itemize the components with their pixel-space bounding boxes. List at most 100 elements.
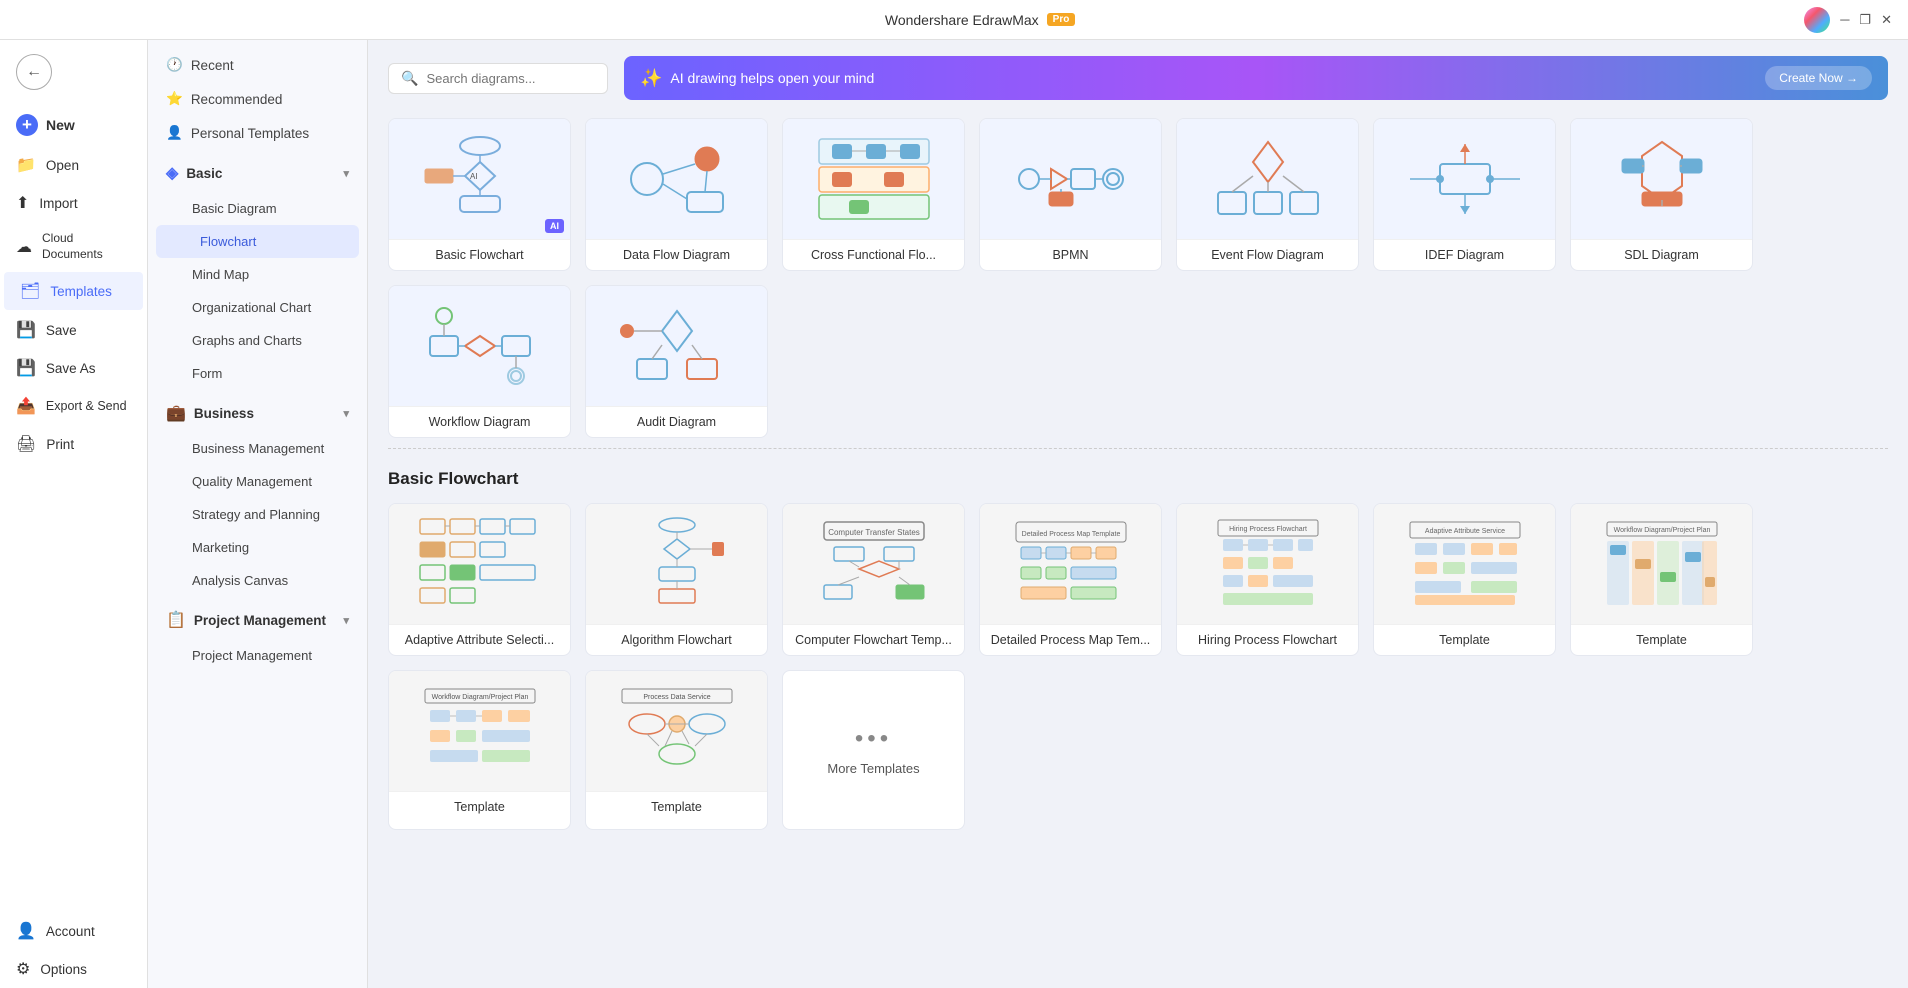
sidebar-item-saveas[interactable]: 💾 Save As [0, 349, 147, 387]
nav-section-basic[interactable]: ◈ Basic ▾ [148, 154, 367, 192]
sidebar-item-account[interactable]: 👤 Account [0, 912, 147, 950]
nav-item-org-chart[interactable]: Organizational Chart [148, 291, 367, 324]
basic-chevron-icon: ▾ [343, 167, 349, 180]
save-label: Save [46, 323, 77, 338]
card-img-cross-func [783, 119, 964, 239]
template-card-adaptive[interactable]: Adaptive Attribute Selecti... [388, 503, 571, 656]
nav-item-graphs[interactable]: Graphs and Charts [148, 324, 367, 357]
template-card-event-flow[interactable]: Event Flow Diagram [1176, 118, 1359, 271]
saveas-icon: 💾 [16, 358, 36, 378]
analysis-label: Analysis Canvas [192, 573, 288, 588]
nav-item-flowchart[interactable]: Flowchart [156, 225, 359, 258]
new-label: New [46, 117, 75, 133]
nav-item-recommended[interactable]: ⭐ Recommended [148, 82, 367, 116]
sidebar-item-export[interactable]: 📤 Export & Send [0, 387, 147, 425]
card-img-t6: Adaptive Attribute Service [1374, 504, 1555, 624]
template-card-algorithm[interactable]: Algorithm Flowchart [585, 503, 768, 656]
back-button[interactable]: ← [0, 40, 147, 104]
sidebar-item-templates[interactable]: 🗂 Templates [4, 272, 143, 310]
card-img-event-flow [1177, 119, 1358, 239]
nav-section-business[interactable]: 💼 Business ▾ [148, 394, 367, 432]
nav-item-form[interactable]: Form [148, 357, 367, 390]
create-now-button[interactable]: Create Now → [1765, 66, 1872, 90]
nav-item-biz-mgmt[interactable]: Business Management [148, 432, 367, 465]
basic-flowchart-grid: Adaptive Attribute Selecti... [388, 503, 1888, 830]
nav-item-analysis[interactable]: Analysis Canvas [148, 564, 367, 597]
template-card-t7[interactable]: Workflow Diagram/Project Plan Template [1570, 503, 1753, 656]
nav-item-mindmap[interactable]: Mind Map [148, 258, 367, 291]
titlebar-icons: ─ ❐ ✕ [1804, 7, 1892, 33]
basic-label: Basic [186, 166, 222, 181]
svg-text:Workflow Diagram/Project Plan: Workflow Diagram/Project Plan [431, 694, 528, 701]
new-button[interactable]: + New [0, 104, 147, 146]
nav-item-personal[interactable]: 👤 Personal Templates [148, 116, 367, 150]
strategy-label: Strategy and Planning [192, 507, 320, 522]
template-card-workflow[interactable]: Workflow Diagram [388, 285, 571, 438]
card-img-idef [1374, 119, 1555, 239]
template-card-cross-func[interactable]: Cross Functional Flo... [782, 118, 965, 271]
card-img-t9: Process Data Service [586, 671, 767, 791]
restore-icon[interactable]: ❐ [1859, 12, 1871, 28]
save-icon: 💾 [16, 320, 36, 340]
search-box[interactable]: 🔍 [388, 63, 608, 94]
svg-text:Adaptive Attribute Service: Adaptive Attribute Service [1424, 528, 1504, 535]
card-img-t7: Workflow Diagram/Project Plan [1571, 504, 1752, 624]
card-label: Basic Flowchart [389, 239, 570, 270]
sidebar-item-options[interactable]: ⚙ Options [0, 950, 147, 988]
export-label: Export & Send [46, 399, 127, 413]
svg-text:AI: AI [470, 172, 478, 181]
card-label: IDEF Diagram [1374, 239, 1555, 270]
card-label: Detailed Process Map Tem... [980, 624, 1161, 655]
template-card-computer-flowchart[interactable]: Computer Transfer States Computer Flowch… [782, 503, 965, 656]
top-controls: 🔍 ✨ AI drawing helps open your mind Crea… [388, 56, 1888, 100]
card-img-detailed-process: Detailed Process Map Template [980, 504, 1161, 624]
more-templates-card[interactable]: ••• More Templates [782, 670, 965, 830]
card-label-t7: Template [1571, 624, 1752, 655]
template-card-basic-flowchart[interactable]: AI AI Basic Flowchart [388, 118, 571, 271]
quality-label: Quality Management [192, 474, 312, 489]
export-icon: 📤 [16, 396, 36, 416]
business-label: Business [194, 406, 254, 421]
project-chevron-icon: ▾ [343, 614, 349, 627]
template-card-audit[interactable]: Audit Diagram [585, 285, 768, 438]
template-card-hiring[interactable]: Hiring Process Flowchart [1176, 503, 1359, 656]
nav-item-project-mgmt[interactable]: Project Management [148, 639, 367, 672]
template-card-data-flow[interactable]: Data Flow Diagram [585, 118, 768, 271]
pro-badge: Pro [1047, 13, 1076, 26]
mindmap-label: Mind Map [192, 267, 249, 282]
template-card-t6[interactable]: Adaptive Attribute Service Template [1373, 503, 1556, 656]
options-icon: ⚙ [16, 959, 30, 979]
cloud-icon: ☁ [16, 237, 32, 257]
nav-section-project[interactable]: 📋 Project Management ▾ [148, 601, 367, 639]
nav-item-quality[interactable]: Quality Management [148, 465, 367, 498]
sidebar-item-save[interactable]: 💾 Save [0, 311, 147, 349]
sidebar-item-print[interactable]: 🖨 Print [0, 425, 147, 463]
templates-label: Templates [50, 284, 112, 299]
templates-icon: 🗂 [20, 281, 40, 301]
nav-item-recent[interactable]: 🕐 Recent [148, 48, 367, 82]
minimize-icon[interactable]: ─ [1840, 12, 1849, 27]
svg-text:Process Data Service: Process Data Service [643, 694, 710, 701]
account-label: Account [46, 924, 95, 939]
template-card-idef[interactable]: IDEF Diagram [1373, 118, 1556, 271]
nav-item-marketing[interactable]: Marketing [148, 531, 367, 564]
svg-text:Hiring Process Flowchart: Hiring Process Flowchart [1229, 526, 1307, 533]
card-img-audit [586, 286, 767, 406]
sidebar-item-import[interactable]: ⬆ Import [0, 184, 147, 222]
nav-item-strategy[interactable]: Strategy and Planning [148, 498, 367, 531]
card-label-t9: Template [586, 791, 767, 822]
template-card-sdl[interactable]: SDL Diagram [1570, 118, 1753, 271]
template-card-t9[interactable]: Process Data Service Template [585, 670, 768, 830]
svg-text:Workflow Diagram/Project Plan: Workflow Diagram/Project Plan [1613, 527, 1710, 534]
card-label: Computer Flowchart Temp... [783, 624, 964, 655]
titlebar-center: Wondershare EdrawMax Pro [885, 12, 1075, 28]
template-card-detailed-process[interactable]: Detailed Process Map Template [979, 503, 1162, 656]
nav-item-basic-diagram[interactable]: Basic Diagram [148, 192, 367, 225]
sidebar-item-cloud[interactable]: ☁ Cloud Documents [0, 222, 147, 271]
search-input[interactable] [426, 71, 586, 86]
template-card-bpmn[interactable]: BPMN [979, 118, 1162, 271]
marketing-label: Marketing [192, 540, 249, 555]
close-icon[interactable]: ✕ [1881, 12, 1892, 28]
sidebar-item-open[interactable]: 📁 Open [0, 146, 147, 184]
template-card-t8[interactable]: Workflow Diagram/Project Plan [388, 670, 571, 830]
